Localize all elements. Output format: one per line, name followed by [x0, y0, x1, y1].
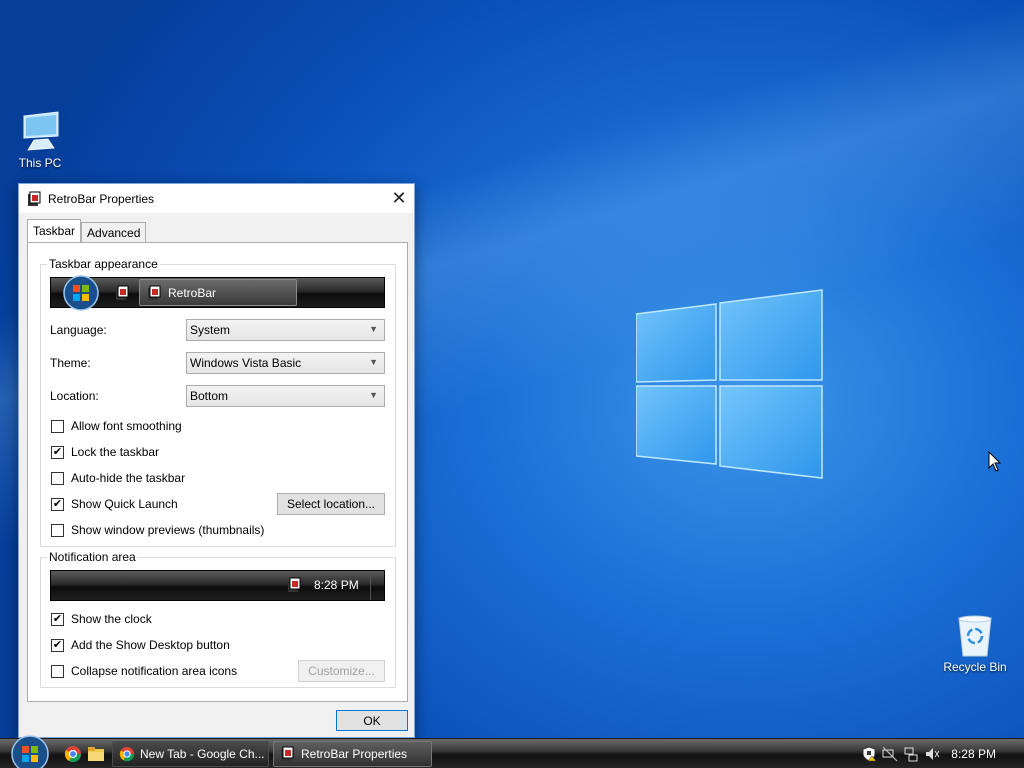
- dialog-title: RetroBar Properties: [48, 191, 155, 206]
- theme-label: Theme:: [50, 356, 91, 370]
- option-show-clock[interactable]: ✔ Show the clock: [51, 612, 152, 626]
- option-font-smoothing[interactable]: Allow font smoothing: [51, 419, 182, 433]
- taskbar-button-label: RetroBar Properties: [301, 747, 408, 761]
- tab-advanced[interactable]: Advanced: [81, 222, 147, 243]
- theme-combo[interactable]: Windows Vista Basic ▼: [186, 352, 385, 374]
- ok-button[interactable]: OK: [336, 710, 408, 731]
- retrobar-tray-icon: [288, 577, 301, 592]
- retrobar-quicklaunch-icon: [116, 285, 129, 300]
- option-auto-hide[interactable]: Auto-hide the taskbar: [51, 471, 185, 485]
- retrobar-icon: [148, 285, 161, 300]
- checkbox[interactable]: ✔: [51, 638, 64, 652]
- preview-task-button: RetroBar: [139, 279, 297, 306]
- security-shield-icon[interactable]: [861, 746, 877, 762]
- location-row: Location:: [50, 389, 99, 403]
- start-button[interactable]: [10, 734, 50, 768]
- location-combo[interactable]: Bottom ▼: [186, 385, 385, 407]
- option-show-desktop[interactable]: ✔ Add the Show Desktop button: [51, 638, 230, 652]
- select-location-button[interactable]: Select location...: [277, 493, 385, 515]
- retrobar-properties-dialog: RetroBar Properties ✕ Taskbar Advanced T…: [18, 183, 415, 738]
- checkbox[interactable]: [51, 471, 64, 485]
- notification-area-group: Notification area 8:28 PM ✔ Show the clo…: [40, 550, 396, 688]
- desktop-icon-recycle-bin[interactable]: Recycle Bin: [935, 614, 1015, 674]
- taskbar-preview: RetroBar: [50, 275, 385, 311]
- checkbox[interactable]: [51, 523, 64, 537]
- taskbar-button-chrome[interactable]: New Tab - Google Ch...: [112, 741, 269, 767]
- mouse-cursor-icon: [988, 451, 1002, 472]
- taskbar-clock[interactable]: 8:28 PM: [951, 747, 996, 761]
- language-row: Language:: [50, 323, 107, 337]
- theme-row: Theme:: [50, 356, 91, 370]
- chevron-down-icon: ▼: [369, 357, 378, 367]
- desktop-icon-label: Recycle Bin: [943, 660, 1007, 674]
- tab-label: Advanced: [87, 226, 141, 240]
- volume-icon[interactable]: [924, 746, 940, 762]
- network-icon[interactable]: [903, 746, 919, 762]
- button-label: Select location...: [286, 497, 376, 511]
- chevron-down-icon: ▼: [369, 324, 378, 334]
- option-label: Show window previews (thumbnails): [71, 523, 265, 537]
- preview-clock: 8:28 PM: [314, 578, 359, 592]
- show-desktop-divider: [370, 571, 371, 600]
- preview-task-label: RetroBar: [168, 285, 217, 300]
- chrome-icon: [119, 746, 135, 762]
- language-combo[interactable]: System ▼: [186, 319, 385, 341]
- dialog-title-bar[interactable]: RetroBar Properties ✕: [19, 184, 414, 213]
- close-icon: ✕: [391, 188, 407, 208]
- option-label: Show Quick Launch: [71, 497, 178, 511]
- checkbox[interactable]: ✔: [51, 497, 64, 511]
- location-value: Bottom: [190, 389, 229, 403]
- computer-icon: [23, 111, 59, 151]
- windows-logo: [636, 289, 823, 479]
- checkbox[interactable]: ✔: [51, 612, 64, 626]
- button-label: OK: [363, 713, 381, 728]
- taskbar-button-retrobar[interactable]: RetroBar Properties: [273, 741, 432, 767]
- checkbox[interactable]: [51, 664, 64, 678]
- language-value: System: [190, 323, 231, 337]
- tab-strip: Taskbar Advanced: [27, 219, 147, 243]
- desktop-icon-label: This PC: [18, 156, 62, 170]
- start-orb-icon: [63, 275, 99, 311]
- option-label: Add the Show Desktop button: [71, 638, 230, 652]
- retrobar-icon: [28, 191, 41, 206]
- chevron-down-icon: ▼: [369, 390, 378, 400]
- option-label: Auto-hide the taskbar: [71, 471, 186, 485]
- tab-panel-taskbar: Taskbar appearance RetroBar Language: Sy…: [27, 242, 408, 702]
- option-label: Collapse notification area icons: [71, 664, 238, 678]
- network-disconnected-icon[interactable]: [882, 746, 898, 762]
- option-collapse-icons[interactable]: Collapse notification area icons: [51, 664, 237, 678]
- retrobar-icon: [281, 746, 294, 761]
- location-label: Location:: [50, 389, 99, 403]
- taskbar-button-label: New Tab - Google Ch...: [140, 747, 265, 761]
- option-window-previews[interactable]: Show window previews (thumbnails): [51, 523, 264, 537]
- notification-tray: 8:28 PM: [861, 739, 1024, 768]
- theme-value: Windows Vista Basic: [190, 356, 302, 370]
- desktop-icon-this-pc[interactable]: This PC: [0, 110, 80, 170]
- recycle-bin-icon: [958, 615, 992, 657]
- notification-preview: 8:28 PM: [50, 570, 385, 601]
- option-label: Lock the taskbar: [71, 445, 160, 459]
- language-label: Language:: [50, 323, 107, 337]
- close-button[interactable]: ✕: [384, 184, 414, 213]
- customize-button[interactable]: Customize...: [298, 660, 385, 682]
- checkbox[interactable]: [51, 419, 64, 433]
- group-label: Notification area: [47, 550, 138, 564]
- chrome-icon[interactable]: [64, 745, 82, 763]
- taskbar: New Tab - Google Ch... RetroBar Properti…: [0, 735, 1024, 768]
- tab-label: Taskbar: [33, 224, 76, 238]
- taskbar-appearance-group: Taskbar appearance RetroBar Language: Sy…: [40, 257, 396, 547]
- option-label: Allow font smoothing: [71, 419, 182, 433]
- group-label: Taskbar appearance: [47, 257, 160, 271]
- option-lock-taskbar[interactable]: ✔ Lock the taskbar: [51, 445, 159, 459]
- checkbox[interactable]: ✔: [51, 445, 64, 459]
- button-label: Customize...: [308, 664, 375, 678]
- option-quick-launch[interactable]: ✔ Show Quick Launch: [51, 497, 178, 511]
- option-label: Show the clock: [71, 612, 152, 626]
- tab-taskbar[interactable]: Taskbar: [27, 219, 82, 242]
- folder-icon[interactable]: [87, 745, 105, 763]
